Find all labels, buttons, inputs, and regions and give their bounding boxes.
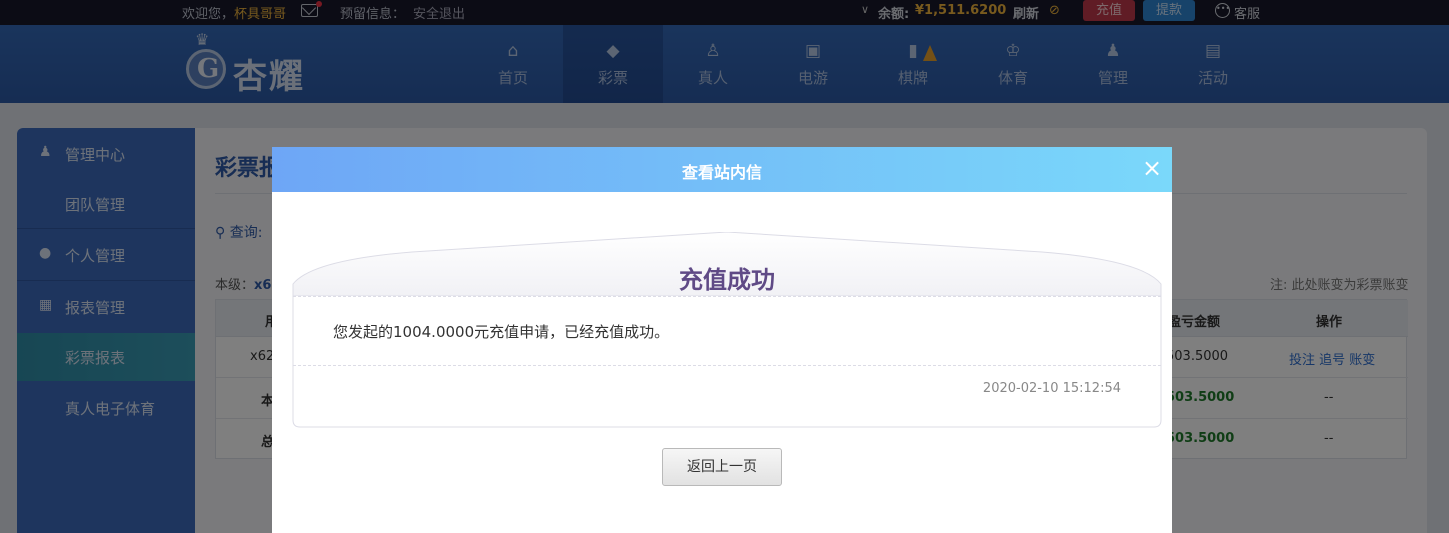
modal-header: 查看站内信 × bbox=[272, 147, 1172, 192]
dashed-divider bbox=[293, 296, 1161, 297]
message-timestamp: 2020-02-10 15:12:54 bbox=[982, 381, 1121, 396]
modal-title: 查看站内信 bbox=[681, 163, 762, 182]
message-card: 充值成功 您发起的1004.0000元充值申请，已经充值成功。 2020-02-… bbox=[292, 232, 1162, 428]
message-heading: 充值成功 bbox=[679, 266, 775, 294]
close-icon[interactable]: × bbox=[1140, 156, 1164, 180]
back-button[interactable]: 返回上一页 bbox=[662, 448, 782, 486]
message-body: 您发起的1004.0000元充值申请，已经充值成功。 bbox=[333, 323, 670, 341]
dashed-divider bbox=[293, 365, 1161, 366]
message-modal: 查看站内信 × 充值成功 您发起的1004.0000元充值申请，已经充值成功。 … bbox=[272, 147, 1172, 533]
